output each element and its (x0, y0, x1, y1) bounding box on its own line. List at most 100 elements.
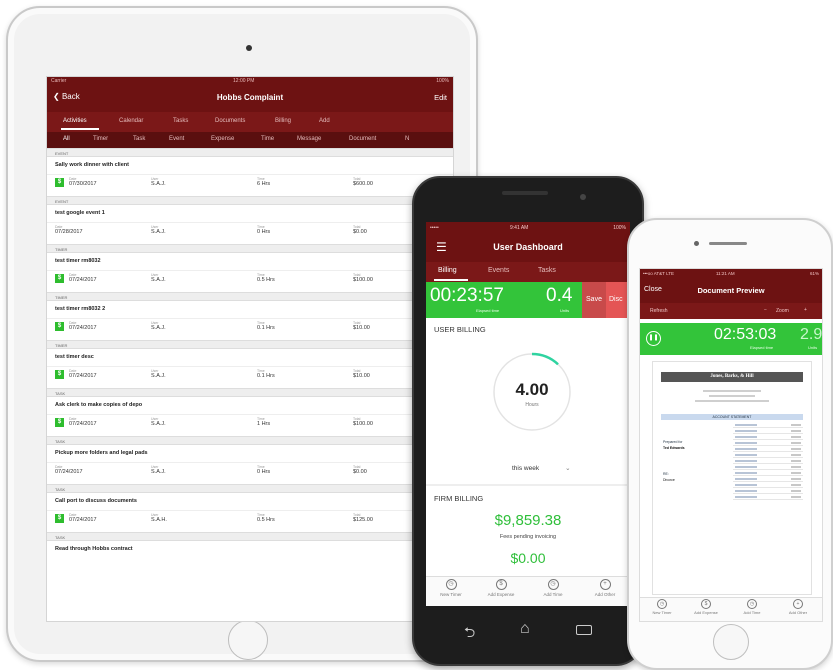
recents-nav-icon[interactable] (576, 625, 592, 635)
refresh-button[interactable]: Refresh (650, 308, 668, 314)
elapsed-label: Elapsed time (750, 345, 774, 350)
doc-text-line (791, 442, 801, 444)
filter-task[interactable]: Task (133, 136, 145, 142)
section-header: TASK (47, 532, 453, 541)
activity-title[interactable]: test timer desc (55, 354, 94, 360)
ipad-home-button[interactable] (228, 620, 268, 660)
field-user: User S.A.J. (151, 177, 166, 187)
activity-title[interactable]: Read through Hobbs contract (55, 546, 133, 552)
activity-list: EVENT Sally work dinner with client $ Date 0… (47, 148, 453, 621)
iphone-status-bar: •••oo AT&T LTE 11:21 AM 61% (640, 269, 822, 279)
document-preview[interactable]: Jones, Barks, & Hill ACCOUNT STATEMENT P… (652, 361, 812, 595)
ipad-status-bar: Carrier 12:00 PM 100% (47, 77, 453, 86)
doc-text-line (735, 430, 757, 432)
activity-title[interactable]: test timer rm8032 2 (55, 306, 105, 312)
field-date: Date 07/24/2017 (55, 465, 83, 475)
iphone-screen: •••oo AT&T LTE 11:21 AM 61% Close Docume… (639, 268, 823, 622)
activity-row[interactable]: $ Date 07/24/2017 User S.A.J. Time 1 Hrs Total $… (47, 414, 453, 435)
zoom-out-icon[interactable]: − (764, 307, 767, 313)
section-header: TASK (47, 484, 453, 493)
tab-calendar[interactable]: Calendar (119, 118, 143, 124)
timer-clock[interactable]: 02:53:03 (714, 326, 776, 344)
timer-clock[interactable]: 00:23:57 (430, 285, 504, 307)
add-time-button[interactable]: ◷ Add Time (530, 579, 576, 597)
field-total: Total $100.00 (353, 273, 373, 283)
filter-message[interactable]: Message (297, 136, 321, 142)
elapsed-label: Elapsed time (476, 308, 500, 313)
iphone-camera (694, 241, 699, 246)
tab-add[interactable]: Add (319, 118, 330, 124)
tab-tasks[interactable]: Tasks (173, 118, 188, 124)
home-nav-icon[interactable]: ⌂ (520, 620, 530, 638)
plus-icon: + (599, 579, 611, 590)
iphone-speaker (709, 242, 747, 245)
activity-row[interactable]: $ Date 07/24/2017 User S.A.J. Time 0.5 Hrs Tota… (47, 270, 453, 291)
tab-documents[interactable]: Documents (215, 118, 245, 124)
filter-timer[interactable]: Timer (93, 136, 108, 142)
activity-title[interactable]: Call port to discuss documents (55, 498, 137, 504)
filter-all[interactable]: All (63, 136, 70, 142)
add-other-button[interactable]: + Add Other (582, 579, 628, 597)
iphone-device: •••oo AT&T LTE 11:21 AM 61% Close Docume… (627, 218, 833, 670)
bottom-action-bar: ◷ New Timer $ Add Expense ◷ Add Time + Add O… (426, 576, 630, 606)
firm-billing-heading: FIRM BILLING (434, 494, 484, 503)
activity-title[interactable]: Ask clerk to make copies of depo (55, 402, 142, 408)
tab-tasks[interactable]: Tasks (538, 267, 556, 274)
doc-text-line (791, 436, 801, 438)
tab-billing[interactable]: Billing (275, 118, 291, 124)
activity-row[interactable]: $ Date 07/30/2017 User S.A.J. Time 6 Hrs Total $… (47, 174, 453, 195)
filter-time[interactable]: Time (261, 136, 274, 142)
pause-icon[interactable]: ❚❚ (646, 331, 661, 346)
page-title: Hobbs Complaint (216, 93, 284, 102)
activity-row[interactable]: Date 07/24/2017 User S.A.J. Time 0 Hrs Total $0… (47, 462, 453, 483)
field-total: Total $600.00 (353, 177, 373, 187)
field-user: User S.A.J. (151, 369, 166, 379)
status-time: 11:21 AM (716, 271, 735, 276)
save-button[interactable]: Save (582, 282, 606, 318)
period-select[interactable]: this week ⌄ (512, 464, 571, 472)
filter-expense[interactable]: Expense (211, 136, 234, 142)
filter-more[interactable]: N (405, 136, 409, 142)
status-battery: 100% (613, 225, 626, 231)
iphone-home-button[interactable] (713, 624, 749, 660)
tab-events[interactable]: Events (488, 267, 509, 274)
activity-row[interactable]: Date 07/28/2017 User S.A.J. Time 0 Hrs Total $0… (47, 222, 453, 243)
activity-row[interactable]: $ Date 07/24/2017 User S.A.J. Time 0.1 Hrs Tota… (47, 366, 453, 387)
activity-title[interactable]: test timer rm8032 (55, 258, 101, 264)
second-amount: $0.00 (510, 550, 546, 566)
billable-dollar-icon: $ (55, 178, 64, 187)
tab-billing[interactable]: Billing (438, 267, 457, 274)
activity-title[interactable]: Sally work dinner with client (55, 162, 129, 168)
field-user: User S.A.J. (151, 225, 166, 235)
add-other-button[interactable]: + Add Other (778, 599, 818, 615)
new-timer-button[interactable]: ◷ New Timer (428, 579, 474, 597)
add-time-button[interactable]: ◷ Add Time (732, 599, 772, 615)
field-time: Time 0.5 Hrs (257, 273, 275, 283)
section-header: TASK (47, 436, 453, 445)
activity-title[interactable]: Pickup more folders and legal pads (55, 450, 148, 456)
activity-row[interactable]: $ Date 07/24/2017 User S.A.J. Time 0.1 Hrs Tota… (47, 318, 453, 339)
new-timer-button[interactable]: ◷ New Timer (642, 599, 682, 615)
tab-activities[interactable]: Activities (63, 118, 87, 124)
activity-title[interactable]: test google event 1 (55, 210, 105, 216)
status-battery: 100% (436, 78, 449, 84)
activity-row[interactable]: $ Date 07/24/2017 User S.A.H. Time 0.5 Hrs Tota… (47, 510, 453, 531)
edit-button[interactable]: Edit (434, 93, 447, 102)
android-camera (580, 194, 586, 200)
field-time: Time 6 Hrs (257, 177, 271, 187)
add-expense-button[interactable]: $ Add Expense (686, 599, 726, 615)
android-status-bar: ••••• 9:41 AM 100% (426, 222, 630, 234)
billable-dollar-icon: $ (55, 514, 64, 523)
filter-document[interactable]: Document (349, 136, 376, 142)
doc-text-line (735, 448, 757, 450)
section-header: EVENT (47, 148, 453, 157)
doc-text-line (709, 395, 755, 397)
zoom-in-icon[interactable]: + (804, 307, 807, 313)
add-expense-button[interactable]: $ Add Expense (478, 579, 524, 597)
statement-table (733, 422, 803, 502)
filter-event[interactable]: Event (169, 136, 184, 142)
iphone-nav-bar: Close Document Preview (640, 279, 822, 303)
clock-icon: ◷ (747, 599, 757, 609)
field-time: Time 0 Hrs (257, 225, 271, 235)
back-nav-icon[interactable]: ⮌ (464, 622, 475, 646)
